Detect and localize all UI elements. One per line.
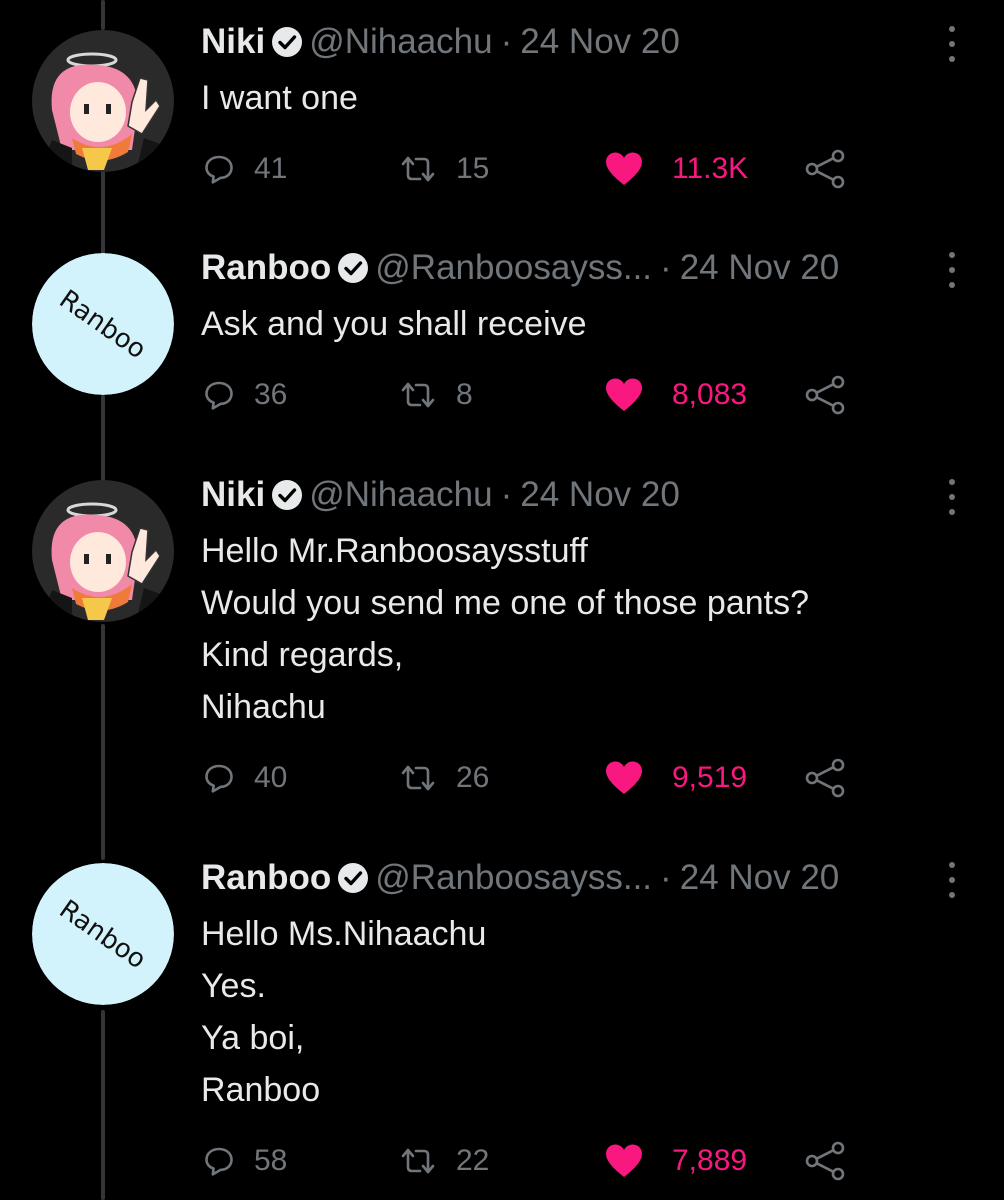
tweet-text-line: Hello Mr.Ranboosaysstuff xyxy=(201,532,588,570)
tweet-text-line: Would you send me one of those pants? xyxy=(201,584,809,622)
retweet-icon xyxy=(401,1148,435,1174)
verified-badge-icon xyxy=(337,862,369,894)
tweet-header: Niki @Nihaachu · 24 Nov 20 xyxy=(201,473,680,517)
tweet-text: Ask and you shall receive xyxy=(201,298,961,350)
heart-icon xyxy=(606,378,642,411)
display-name[interactable]: Ranboo xyxy=(201,246,331,290)
tweet-text-line: Yes. xyxy=(201,967,266,1005)
tweet-text-line: I want one xyxy=(201,79,358,117)
tweet-header: Ranboo @Ranboosayss... · 24 Nov 20 xyxy=(201,246,839,290)
like-count: 11.3K xyxy=(672,152,749,185)
tweet-date[interactable]: 24 Nov 20 xyxy=(520,20,680,64)
retweet-count: 22 xyxy=(456,1144,490,1177)
share-button[interactable] xyxy=(804,753,848,803)
display-name[interactable]: Niki xyxy=(201,473,265,517)
reply-count: 36 xyxy=(254,378,288,411)
separator-dot: · xyxy=(660,248,672,287)
tweet-actions: 58 22 7,889 xyxy=(0,1136,1004,1186)
like-count: 8,083 xyxy=(672,378,748,411)
reply-button[interactable]: 41 xyxy=(204,144,287,194)
share-icon xyxy=(805,375,845,415)
share-icon xyxy=(805,758,845,798)
tweet-actions: 41 15 11.3K xyxy=(0,144,1004,194)
tweet-header: Ranboo @Ranboosayss... · 24 Nov 20 xyxy=(201,856,839,900)
display-name[interactable]: Niki xyxy=(201,20,265,64)
tweet-actions: 36 8 8,083 xyxy=(0,370,1004,420)
avatar-ranboo[interactable]: Ranboo xyxy=(32,863,174,1005)
separator-dot: · xyxy=(500,475,513,514)
tweet-text-line: Kind regards, xyxy=(201,636,404,674)
retweet-button[interactable]: 15 xyxy=(400,144,489,194)
heart-icon xyxy=(606,761,642,794)
retweet-icon xyxy=(401,156,435,182)
avatar-niki[interactable] xyxy=(32,480,174,622)
tweet-text: Hello Ms.Nihaachu Yes. Ya boi, Ranboo xyxy=(201,908,961,1116)
like-count: 9,519 xyxy=(672,761,748,794)
thread-line xyxy=(101,0,105,30)
share-button[interactable] xyxy=(804,1136,848,1186)
more-options-icon[interactable] xyxy=(940,26,964,62)
handle[interactable]: @Nihaachu xyxy=(309,473,492,517)
reply-icon xyxy=(205,155,233,184)
tweet-date[interactable]: 24 Nov 20 xyxy=(520,473,680,517)
reply-button[interactable]: 36 xyxy=(204,370,287,420)
tweet-header: Niki @Nihaachu · 24 Nov 20 xyxy=(201,20,680,64)
reply-icon xyxy=(205,1147,233,1176)
retweet-count: 8 xyxy=(456,378,473,411)
handle[interactable]: @Nihaachu xyxy=(309,20,492,64)
tweet-text-line: Hello Ms.Nihaachu xyxy=(201,915,487,953)
heart-icon xyxy=(606,152,642,185)
like-button[interactable]: 9,519 xyxy=(604,753,747,803)
tweet-text-line: Ranboo xyxy=(201,1071,321,1109)
separator-dot: · xyxy=(500,22,513,61)
thread-line xyxy=(101,624,105,860)
reply-button[interactable]: 58 xyxy=(204,1136,287,1186)
handle[interactable]: @Ranboosayss... xyxy=(375,246,652,290)
reply-button[interactable]: 40 xyxy=(204,753,287,803)
like-count: 7,889 xyxy=(672,1144,748,1177)
share-icon xyxy=(805,1141,845,1181)
verified-badge-icon xyxy=(337,252,369,284)
share-icon xyxy=(805,149,845,189)
reply-icon xyxy=(205,764,233,793)
verified-badge-icon xyxy=(271,26,303,58)
more-options-icon[interactable] xyxy=(940,252,964,288)
retweet-button[interactable]: 8 xyxy=(400,370,473,420)
tweet-text: Hello Mr.Ranboosaysstuff Would you send … xyxy=(201,525,961,733)
more-options-icon[interactable] xyxy=(940,862,964,898)
handle[interactable]: @Ranboosayss... xyxy=(375,856,652,900)
tweet-date[interactable]: 24 Nov 20 xyxy=(680,246,840,290)
like-button[interactable]: 11.3K xyxy=(604,144,748,194)
retweet-button[interactable]: 26 xyxy=(400,753,489,803)
retweet-icon xyxy=(401,382,435,408)
share-button[interactable] xyxy=(804,144,848,194)
retweet-button[interactable]: 22 xyxy=(400,1136,489,1186)
tweet-text-line: Nihachu xyxy=(201,688,326,726)
reply-icon xyxy=(205,381,233,410)
reply-count: 41 xyxy=(254,152,288,185)
like-button[interactable]: 8,083 xyxy=(604,370,747,420)
tweet-text-line: Ya boi, xyxy=(201,1019,305,1057)
heart-icon xyxy=(606,1144,642,1177)
share-button[interactable] xyxy=(804,370,848,420)
like-button[interactable]: 7,889 xyxy=(604,1136,747,1186)
tweet-actions: 40 26 9,519 xyxy=(0,753,1004,803)
retweet-icon xyxy=(401,765,435,791)
separator-dot: · xyxy=(660,858,672,897)
retweet-count: 26 xyxy=(456,761,490,794)
reply-count: 58 xyxy=(254,1144,288,1177)
tweet-date[interactable]: 24 Nov 20 xyxy=(680,856,840,900)
retweet-count: 15 xyxy=(456,152,490,185)
verified-badge-icon xyxy=(271,479,303,511)
tweet-text-line: Ask and you shall receive xyxy=(201,305,587,343)
more-options-icon[interactable] xyxy=(940,479,964,515)
display-name[interactable]: Ranboo xyxy=(201,856,331,900)
reply-count: 40 xyxy=(254,761,288,794)
tweet-text: I want one xyxy=(201,72,961,124)
